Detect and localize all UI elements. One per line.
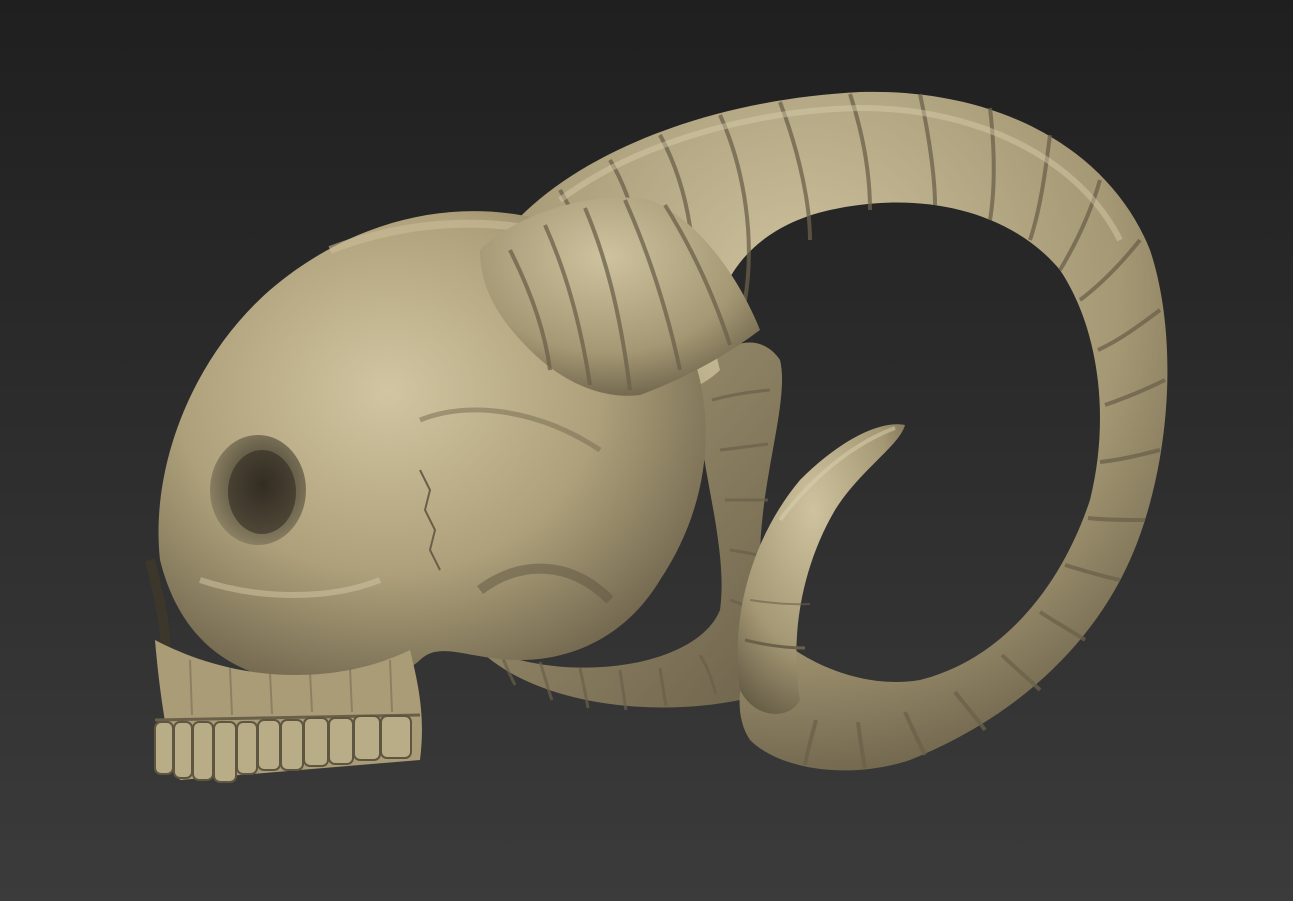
sculpt-viewport[interactable] (0, 0, 1293, 901)
teeth (154, 715, 412, 783)
ram-skull-model (145, 91, 1168, 783)
